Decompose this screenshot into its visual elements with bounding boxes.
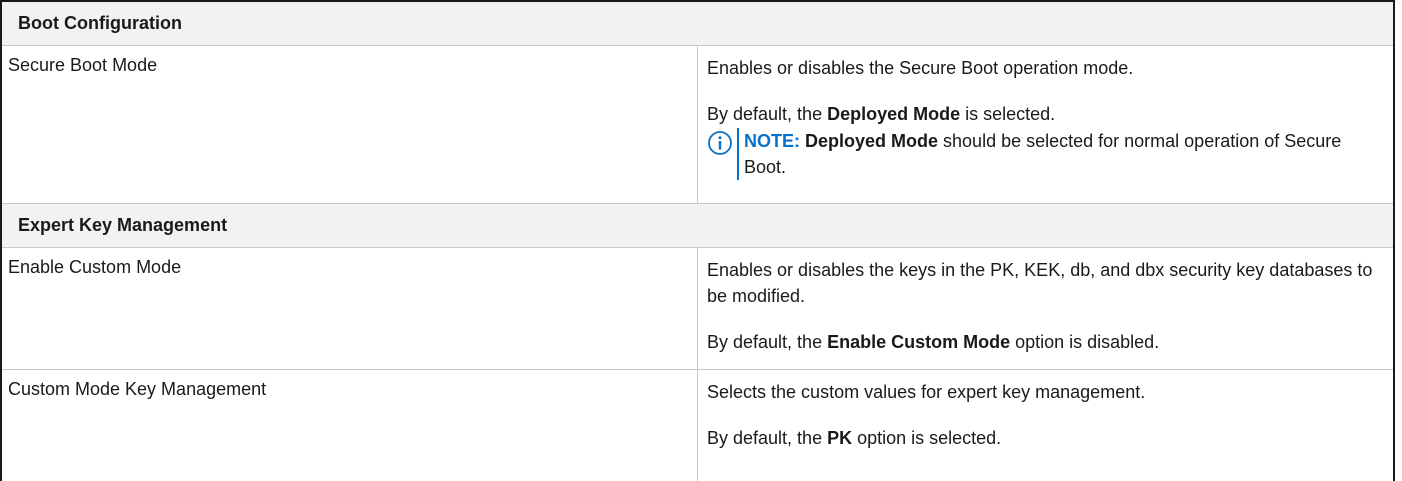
default-suffix: option is selected.	[852, 427, 1002, 448]
table-row: Secure Boot Mode Enables or disables the…	[0, 44, 1395, 203]
default-prefix: By default, the	[707, 103, 828, 124]
setting-default: By default, the Enable Custom Mode optio…	[707, 329, 1381, 355]
setting-description-cell: Selects the custom values for expert key…	[697, 368, 1395, 481]
section-header-row: Expert Key Management	[0, 202, 1395, 247]
setting-default: By default, the Deployed Mode is selecte…	[707, 101, 1381, 127]
default-suffix: is selected.	[960, 103, 1056, 124]
default-prefix: By default, the	[707, 331, 828, 352]
default-prefix: By default, the	[707, 427, 828, 448]
setting-description: Selects the custom values for expert key…	[707, 381, 1146, 402]
info-icon	[708, 130, 732, 155]
default-value: Enable Custom Mode	[827, 331, 1011, 352]
setting-description: Enables or disables the keys in the PK, …	[707, 259, 1373, 306]
section-header-row: Boot Configuration	[0, 0, 1395, 45]
setting-name: Enable Custom Mode	[8, 256, 182, 277]
note-callout: NOTE: Deployed Mode should be selected f…	[707, 127, 1381, 180]
setting-name-enable-custom-mode: Enable Custom Mode	[0, 246, 698, 369]
default-value: PK	[827, 427, 853, 448]
setting-description-cell: Enables or disables the Secure Boot oper…	[697, 44, 1395, 203]
setting-description: Enables or disables the Secure Boot oper…	[707, 57, 1134, 78]
table-row: Enable Custom Mode Enables or disables t…	[0, 246, 1395, 369]
note-label: NOTE:	[744, 130, 800, 151]
bios-settings-table: Boot Configuration Secure Boot Mode Enab…	[0, 0, 1395, 481]
section-title-expert-key-management: Expert Key Management	[0, 202, 1395, 247]
default-suffix: option is disabled.	[1010, 331, 1160, 352]
section-title-boot-configuration: Boot Configuration	[0, 0, 1395, 45]
setting-name-custom-mode-key-management: Custom Mode Key Management	[0, 368, 698, 481]
note-text: NOTE: Deployed Mode should be selected f…	[737, 127, 1381, 180]
setting-name-secure-boot-mode: Secure Boot Mode	[0, 44, 698, 203]
setting-name: Custom Mode Key Management	[8, 378, 267, 399]
setting-name: Secure Boot Mode	[8, 54, 158, 75]
setting-default: By default, the PK option is selected.	[707, 425, 1381, 451]
default-value: Deployed Mode	[827, 103, 961, 124]
table-row: Custom Mode Key Management Selects the c…	[0, 368, 1395, 481]
setting-description-cell: Enables or disables the keys in the PK, …	[697, 246, 1395, 369]
note-emphasis: Deployed Mode	[805, 130, 939, 151]
